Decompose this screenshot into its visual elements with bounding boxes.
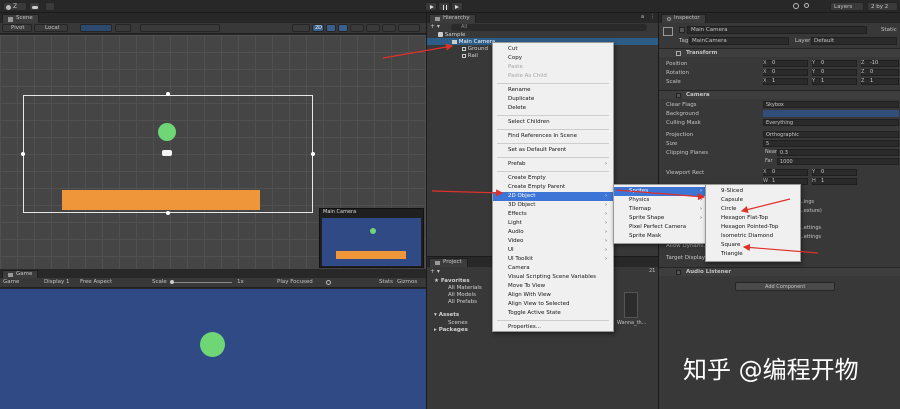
arrow-to-main-camera — [382, 43, 454, 59]
arrow-to-2d-object — [431, 189, 504, 197]
arrow-to-circle — [740, 198, 791, 214]
arrow-to-square — [742, 243, 819, 254]
arrow-to-sprites — [615, 189, 706, 201]
annotation-arrows — [382, 43, 819, 254]
watermark: 知乎 @编程开物 — [683, 356, 859, 384]
